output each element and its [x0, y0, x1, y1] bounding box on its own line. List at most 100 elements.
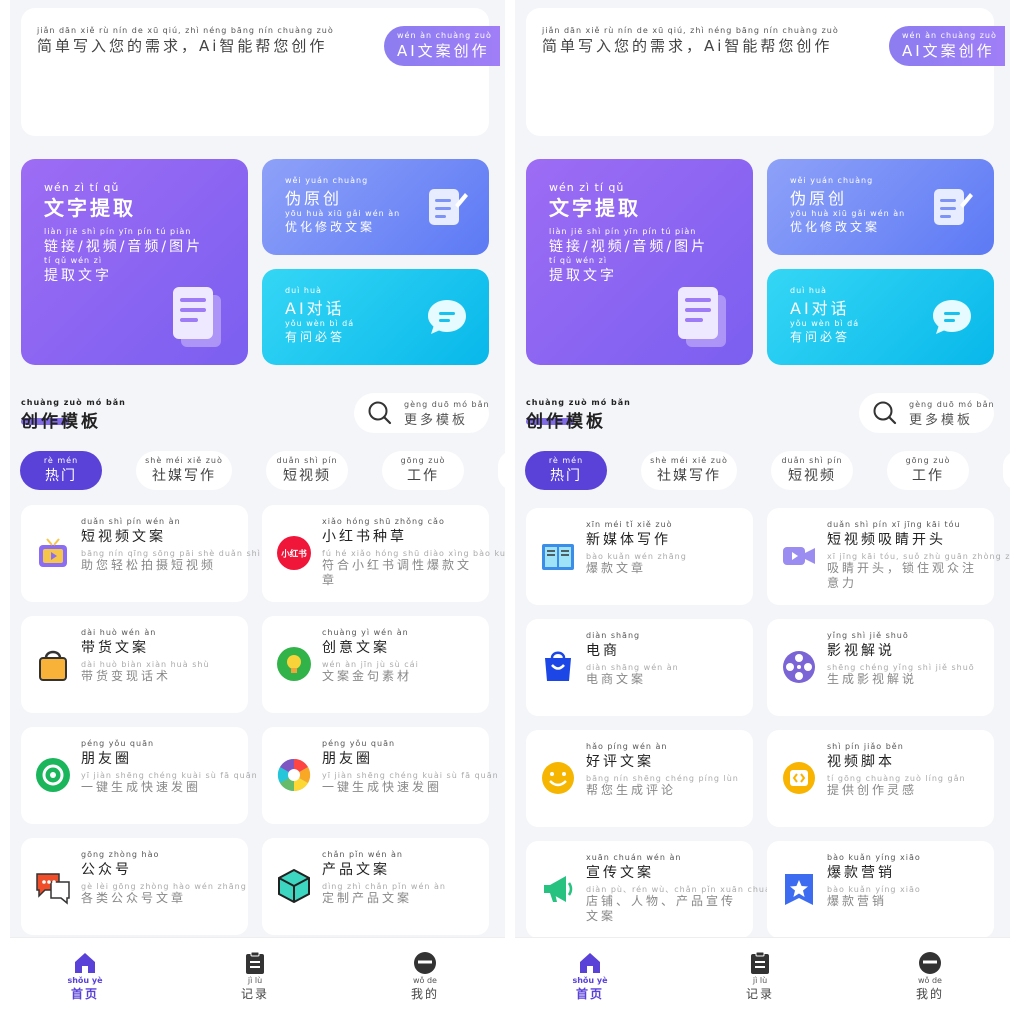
nav-label: 我的: [410, 987, 439, 1001]
template-desc: yī jiàn shēng chéng kuài sù fā quān 一键生成快…: [81, 771, 257, 795]
template-tile[interactable]: péng yǒu quān 朋友圈 yī jiàn shēng chéng kuài…: [262, 727, 498, 824]
svg-text:小红书: 小红书: [280, 549, 307, 560]
template-tile[interactable]: xuān chuán wén àn 宣传文案 diàn pù、rén wù、chǎn…: [526, 841, 815, 938]
template-title-pinyin: gōng zhòng hào: [81, 850, 160, 859]
more-templates-label: gèng duō mó bǎn 更多模板: [909, 400, 995, 428]
template-tile[interactable]: bào kuǎn yíng xiāo 爆款营销 bào kuǎn yíng xiāo…: [767, 841, 994, 938]
feature-top-title-text: 伪原创: [790, 189, 848, 208]
text-extract-title: wén zì tí qǔ 文字提取: [549, 181, 641, 221]
template-tile[interactable]: dài huò wén àn 带货文案 dài huò biàn xiàn huà …: [21, 616, 248, 713]
template-tile[interactable]: gōng zhòng hào 公众号 gè lèi gōng zhòng hào w…: [21, 838, 248, 935]
tab-2[interactable]: duǎn shì pín 短视频: [266, 451, 348, 490]
template-desc: yī jiàn shēng chéng kuài sù fā quān 一键生成快…: [322, 771, 498, 795]
tab-1[interactable]: shè méi xiě zuò 社媒写作: [136, 451, 232, 490]
nav-item-2[interactable]: wǒ de 我的: [385, 950, 465, 1002]
feature-bottom-desc-py-text: yǒu wèn bì dá: [790, 319, 860, 328]
nav-label: 首页: [70, 987, 99, 1001]
template-title-text: 公众号: [81, 862, 132, 878]
profile-icon: [919, 952, 941, 974]
section-title: chuàng zuò mó bǎn 创作模板: [21, 398, 126, 432]
template-title: péng yǒu quān 朋友圈: [322, 739, 395, 768]
text-extract-card[interactable]: wén zì tí qǔ 文字提取 liàn jiē shì pín yīn p…: [526, 159, 753, 365]
template-desc-text: 带货变现话术: [81, 669, 172, 683]
template-tile[interactable]: xīn méi tǐ xiě zuò 新媒体写作 bào kuǎn wén zhān…: [526, 508, 753, 605]
feature-top-title-py-text: wěi yuán chuàng: [285, 176, 369, 185]
ai-chat-card[interactable]: duì huà AI对话 yǒu wèn bì dá 有问必答: [262, 269, 489, 365]
nav-item-0[interactable]: shǒu yè 首页: [550, 950, 630, 1002]
tab-label: 社媒写作: [657, 468, 721, 484]
template-title: xuān chuán wén àn 宣传文案: [586, 853, 681, 882]
template-tile[interactable]: chǎn pǐn wén àn 产品文案 dìng zhì chǎn pǐn wén…: [262, 838, 489, 935]
template-title-pinyin: xuān chuán wén àn: [586, 853, 682, 862]
nav-pinyin: shǒu yè: [67, 976, 103, 985]
template-tile[interactable]: 小红书 xiǎo hóng shū zhǒng cǎo 小红书种草 fú hé xiǎ…: [262, 505, 505, 602]
template-tile[interactable]: shì pín jiǎo běn 视频脚本 tí gōng chuàng zuò l…: [767, 730, 994, 827]
feature-main-desc2-py-text: tí qǔ wén zì: [44, 256, 103, 265]
template-title-pinyin: duǎn shì pín wén àn: [81, 517, 181, 526]
template-title-text: 产品文案: [322, 862, 390, 878]
template-desc: bāng nín qīng sōng pāi shè duǎn shì pín 助…: [81, 549, 279, 573]
tab-3[interactable]: gōng zuò 工作: [887, 451, 969, 490]
template-tile[interactable]: hǎo píng wén àn 好评文案 bāng nín shēng chéng …: [526, 730, 753, 827]
template-desc-pinyin: dài huò biàn xiàn huà shù: [81, 660, 210, 669]
tab-overflow[interactable]: [1003, 451, 1010, 490]
template-tile[interactable]: duǎn shì pín xī jīng kāi tóu 短视频吸睛开头 xī jī…: [767, 508, 1010, 605]
prompt-input-area[interactable]: jiǎn dān xiě rù nín de xū qiú, zhì néng …: [21, 8, 500, 136]
nav-item-0[interactable]: shǒu yè 首页: [45, 950, 125, 1002]
smiley-icon: [542, 762, 574, 794]
feature-main-title-py-text: wén zì tí qǔ: [549, 181, 625, 194]
ai-button-py-text: wén àn chuàng zuò: [397, 31, 492, 40]
chat-bubble-icon: [428, 300, 466, 334]
template-tile[interactable]: diàn shāng 电商 diàn shāng wén àn 电商文案: [526, 619, 753, 716]
ai-copywriting-button[interactable]: wén àn chuàng zuò AI文案创作: [889, 26, 1005, 66]
template-tile[interactable]: chuàng yì wén àn 创意文案 wén àn jīn jù sù cái…: [262, 616, 489, 713]
template-desc-text: 提供创作灵感: [827, 783, 918, 797]
nav-pinyin: wǒ de: [413, 976, 437, 985]
template-tile[interactable]: duǎn shì pín wén àn 短视频文案 bāng nín qīng sō…: [21, 505, 279, 602]
template-tile[interactable]: yǐng shì jiě shuō 影视解说 shēng chéng yǐng sh…: [767, 619, 994, 716]
tab-1[interactable]: shè méi xiě zuò 社媒写作: [641, 451, 737, 490]
template-title: duǎn shì pín xī jīng kāi tóu 短视频吸睛开头: [827, 520, 961, 549]
ai-chat-card[interactable]: duì huà AI对话 yǒu wèn bì dá 有问必答: [767, 269, 994, 365]
template-title: bào kuǎn yíng xiāo 爆款营销: [827, 853, 921, 882]
template-desc-pinyin: fú hé xiǎo hóng shū diào xìng bào kuǎn w…: [322, 549, 505, 558]
feature-bottom-title-py-text: duì huà: [285, 286, 322, 295]
tab-overflow[interactable]: [498, 451, 505, 490]
pseudo-original-desc: yōu huà xiū gǎi wén àn 优化修改文案: [285, 209, 400, 235]
template-desc: diàn pù、rén wù、chǎn pǐn xuān chuán wén à…: [586, 885, 815, 924]
nav-item-2[interactable]: wǒ de 我的: [890, 950, 970, 1002]
feature-main-desc-py-text: liàn jiē shì pín yīn pín tú piàn: [44, 227, 192, 236]
tab-0[interactable]: rè mén 热门: [20, 451, 102, 490]
tab-label: 工作: [912, 468, 944, 484]
template-tile[interactable]: péng yǒu quān 朋友圈 yī jiàn shēng chéng kuài…: [21, 727, 257, 824]
template-title-text: 爆款营销: [827, 865, 895, 881]
tab-0[interactable]: rè mén 热门: [525, 451, 607, 490]
template-title-text: 朋友圈: [81, 751, 132, 767]
more-templates-button[interactable]: gèng duō mó bǎn 更多模板: [354, 393, 489, 433]
ai-copywriting-button[interactable]: wén àn chuàng zuò AI文案创作: [384, 26, 500, 66]
template-title-text: 宣传文案: [586, 865, 654, 881]
feature-top-title-text: 伪原创: [285, 189, 343, 208]
text-extract-card[interactable]: wén zì tí qǔ 文字提取 liàn jiē shì pín yīn p…: [21, 159, 248, 365]
feature-main-desc2-text: 提取文字: [549, 268, 617, 284]
feature-main-desc2-text: 提取文字: [44, 268, 112, 284]
more-label-text: 更多模板: [404, 413, 469, 428]
template-desc-text: 助您轻松拍摄短视频: [81, 558, 217, 572]
clipboard-icon: [751, 951, 769, 974]
feature-main-title-py-text: wén zì tí qǔ: [44, 181, 120, 194]
tab-3[interactable]: gōng zuò 工作: [382, 451, 464, 490]
tab-2[interactable]: duǎn shì pín 短视频: [771, 451, 853, 490]
prompt-input-area[interactable]: jiǎn dān xiě rù nín de xū qiú, zhì néng …: [526, 8, 1005, 136]
tab-pinyin: rè mén: [548, 456, 584, 465]
nav-item-1[interactable]: jì lù 记录: [720, 950, 800, 1002]
template-title: yǐng shì jiě shuō 影视解说: [827, 631, 909, 660]
template-title: chǎn pǐn wén àn 产品文案: [322, 850, 403, 879]
nav-item-1[interactable]: jì lù 记录: [215, 950, 295, 1002]
pseudo-original-card[interactable]: wěi yuán chuàng 伪原创 yōu huà xiū gǎi wén …: [767, 159, 994, 255]
bottom-navigation: shǒu yè 首页 jì lù 记录 wǒ de 我的: [10, 937, 505, 1020]
more-templates-button[interactable]: gèng duō mó bǎn 更多模板: [859, 393, 994, 433]
template-desc-pinyin: tí gōng chuàng zuò líng gǎn: [827, 774, 966, 783]
pseudo-original-title: wěi yuán chuàng 伪原创: [285, 176, 368, 209]
pseudo-original-card[interactable]: wěi yuán chuàng 伪原创 yōu huà xiū gǎi wén …: [262, 159, 489, 255]
template-title-pinyin: shì pín jiǎo běn: [827, 742, 904, 751]
